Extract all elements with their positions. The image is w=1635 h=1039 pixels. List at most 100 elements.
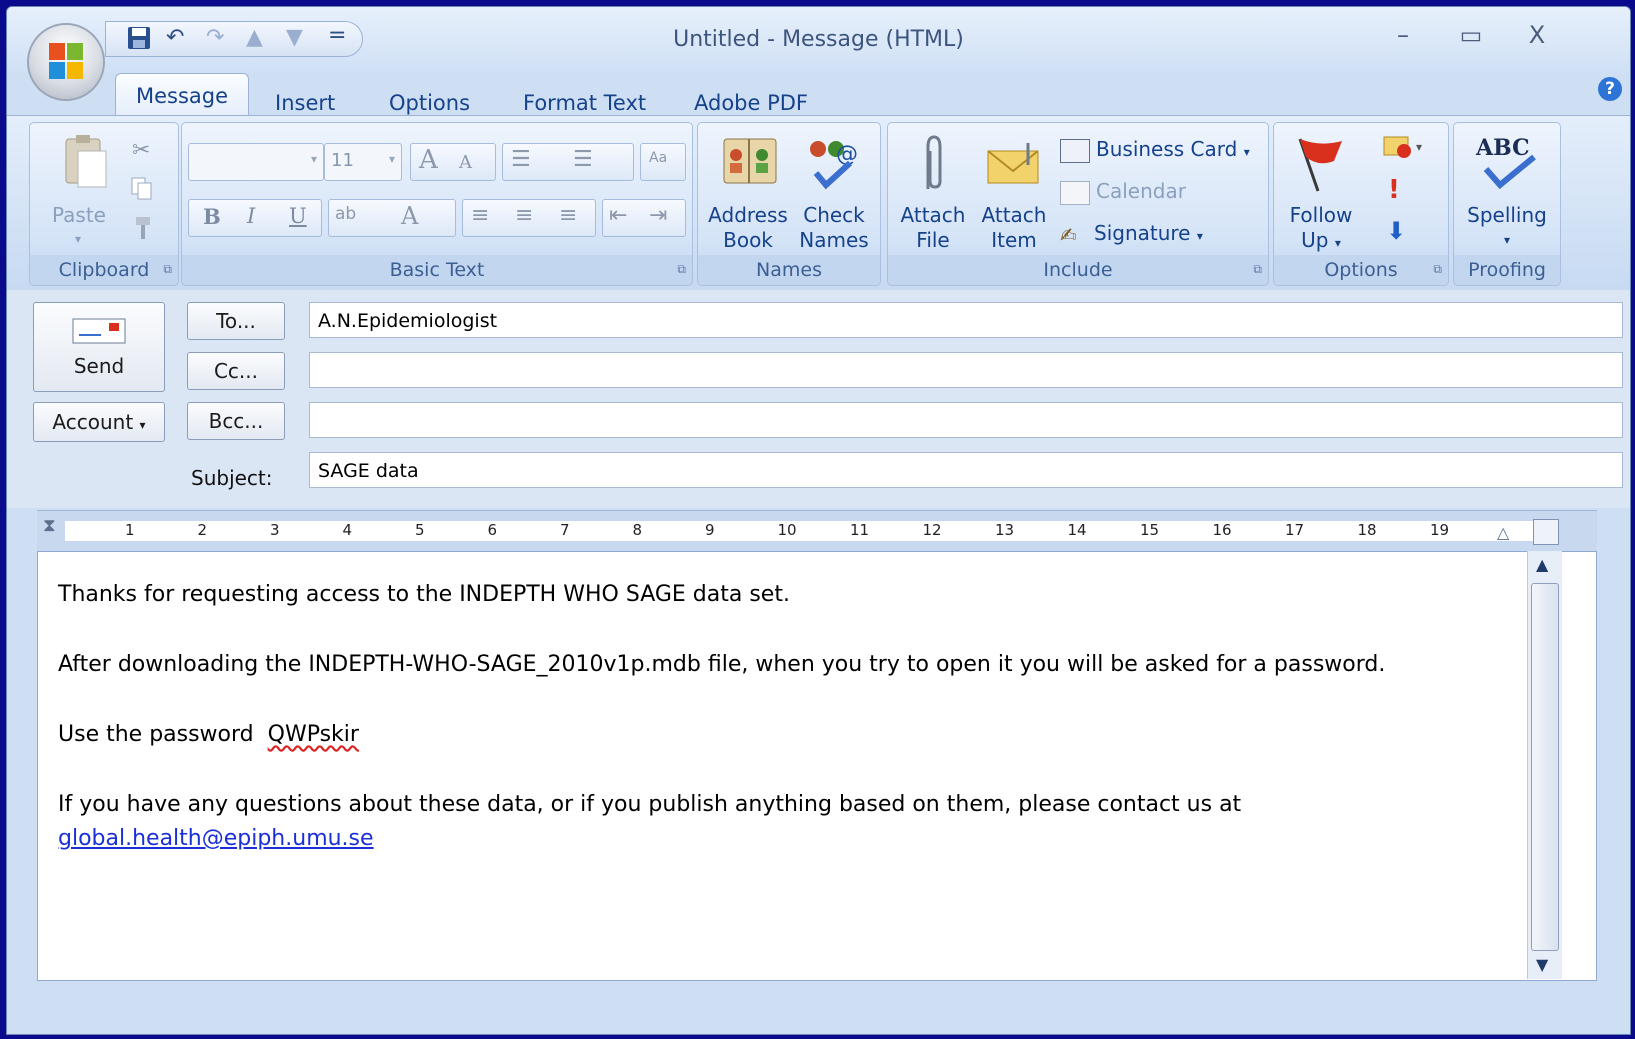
- ruler-number: 18: [1357, 521, 1377, 539]
- customize-qat-icon[interactable]: =: [328, 23, 346, 48]
- ruler-number: 14: [1067, 521, 1087, 539]
- paperclip-icon: [918, 133, 948, 199]
- view-ruler-icon[interactable]: [1533, 519, 1559, 545]
- check-names-icon: @: [802, 133, 862, 195]
- bcc-button[interactable]: Bcc...: [187, 402, 285, 440]
- ruler-strip: 1 2 3 4 5 6 7 8 9 10 11 12 13 14 15 16 17 18 19: [65, 521, 1537, 541]
- cc-button[interactable]: Cc...: [187, 352, 285, 390]
- grow-font-icon[interactable]: A: [419, 145, 438, 175]
- proofing-label: Proofing: [1454, 255, 1560, 285]
- paste-icon: [64, 133, 108, 193]
- body-paragraph-3: Use the password QWPskir: [58, 722, 359, 747]
- tab-insert[interactable]: Insert: [275, 91, 335, 115]
- increase-indent-icon[interactable]: ⇥: [649, 203, 667, 228]
- business-card-button[interactable]: Business Card ▾: [1060, 137, 1260, 165]
- attach-file-button[interactable]: Attach File: [898, 203, 968, 253]
- ruler-number: 9: [705, 521, 715, 539]
- font-color-icon[interactable]: A: [401, 202, 418, 230]
- format-painter-icon[interactable]: [130, 215, 154, 245]
- undo-icon[interactable]: ↶: [166, 25, 184, 50]
- email-link[interactable]: global.health@epiph.umu.se: [58, 826, 374, 851]
- address-book-button[interactable]: Address Book: [706, 203, 790, 253]
- previous-item-icon[interactable]: ▲: [246, 25, 263, 50]
- basic-text-launcher-icon[interactable]: ⧉: [677, 262, 686, 277]
- include-launcher-icon[interactable]: ⧉: [1253, 262, 1262, 277]
- send-icon: [72, 318, 126, 344]
- bullets-icon[interactable]: ☰: [511, 147, 531, 172]
- numbering-icon[interactable]: ☰: [573, 147, 593, 172]
- bold-button[interactable]: B: [203, 204, 221, 229]
- paste-dropdown-icon[interactable]: ▾: [66, 227, 90, 252]
- signature-button[interactable]: ✍ Signature ▾: [1060, 221, 1260, 249]
- copy-icon[interactable]: [130, 175, 154, 205]
- scroll-up-icon[interactable]: ▲: [1536, 555, 1548, 574]
- bcc-field[interactable]: [309, 402, 1623, 438]
- ruler-number: 4: [342, 521, 353, 539]
- paste-button[interactable]: Paste: [44, 203, 114, 228]
- to-button[interactable]: To...: [187, 302, 285, 340]
- align-left-icon[interactable]: ≡: [471, 203, 489, 228]
- maximize-button[interactable]: ▭: [1451, 21, 1491, 49]
- ruler-number: 10: [777, 521, 797, 539]
- tab-options[interactable]: Options: [389, 91, 470, 115]
- clipboard-launcher-icon[interactable]: ⧉: [163, 262, 172, 277]
- font-size-combo[interactable]: 11 ▾: [324, 143, 402, 181]
- high-importance-icon[interactable]: !: [1388, 175, 1400, 205]
- calendar-button[interactable]: Calendar: [1060, 179, 1260, 205]
- subject-field[interactable]: SAGE data: [309, 452, 1623, 488]
- cc-field[interactable]: [309, 352, 1623, 388]
- password-text: QWPskir: [267, 722, 359, 747]
- align-center-icon[interactable]: ≡: [515, 203, 533, 228]
- scroll-down-icon[interactable]: ▼: [1536, 955, 1548, 974]
- next-item-icon[interactable]: ▼: [286, 25, 303, 50]
- outlook-message-window: Untitled - Message (HTML) ↶ ↷ ▲ ▼ = – ▭ …: [6, 6, 1631, 1035]
- right-indent-marker-icon[interactable]: △: [1497, 523, 1509, 542]
- shrink-font-icon[interactable]: A: [459, 152, 472, 173]
- save-icon[interactable]: [126, 25, 152, 57]
- office-button[interactable]: [29, 25, 103, 99]
- decrease-indent-icon[interactable]: ⇤: [609, 203, 627, 228]
- follow-up-flag-icon: [1290, 135, 1350, 197]
- indent-buttons: ⇤ ⇥: [602, 199, 686, 237]
- send-button[interactable]: Send: [33, 302, 165, 392]
- underline-button[interactable]: U: [289, 204, 307, 228]
- to-field[interactable]: A.N.Epidemiologist: [309, 302, 1623, 338]
- check-names-button[interactable]: Check Names: [794, 203, 874, 253]
- spelling-button[interactable]: Spelling ▾: [1458, 203, 1556, 253]
- body-paragraph-4: If you have any questions about these da…: [58, 792, 1242, 817]
- svg-text:▾: ▾: [1416, 140, 1422, 154]
- indent-marker-icon[interactable]: ⧗: [43, 515, 56, 536]
- scroll-thumb[interactable]: [1531, 583, 1559, 951]
- align-right-icon[interactable]: ≡: [559, 203, 577, 228]
- group-include: Attach File Attach Item Business Card ▾ …: [887, 122, 1269, 286]
- low-importance-icon[interactable]: ⬇: [1386, 217, 1406, 245]
- basic-text-label: Basic Text: [182, 255, 692, 285]
- highlight-and-color-buttons: ab A: [328, 199, 456, 237]
- message-body[interactable]: Thanks for requesting access to the INDE…: [37, 551, 1597, 981]
- body-paragraph-2: After downloading the INDEPTH-WHO-SAGE_2…: [58, 652, 1386, 677]
- options-launcher-icon[interactable]: ⧉: [1433, 262, 1442, 277]
- close-button[interactable]: X: [1517, 21, 1557, 49]
- tab-adobe-pdf[interactable]: Adobe PDF: [694, 91, 808, 115]
- minimize-button[interactable]: –: [1383, 21, 1423, 49]
- ruler-number: 17: [1285, 521, 1305, 539]
- ruler[interactable]: ⧗ 1 2 3 4 5 6 7 8 9 10 11 12 13 14 15 16 17 18 19 △: [37, 510, 1597, 551]
- address-book-icon: [722, 135, 778, 191]
- tab-message[interactable]: Message: [115, 73, 250, 118]
- styles-icon[interactable]: Aa: [640, 143, 686, 181]
- redo-icon[interactable]: ↷: [206, 25, 224, 50]
- account-button[interactable]: Account ▾: [33, 402, 165, 442]
- vertical-scrollbar[interactable]: ▲ ▼: [1527, 551, 1562, 979]
- highlight-icon[interactable]: ab: [335, 204, 356, 224]
- tab-format-text[interactable]: Format Text: [523, 91, 646, 115]
- ruler-number: 16: [1212, 521, 1232, 539]
- font-name-combo[interactable]: ▾: [188, 143, 324, 181]
- cut-icon[interactable]: ✂: [130, 135, 154, 165]
- permission-icon[interactable]: ▾: [1382, 133, 1432, 165]
- help-icon[interactable]: ?: [1598, 77, 1622, 101]
- ruler-number: 5: [415, 521, 425, 539]
- ruler-number: 12: [922, 521, 942, 539]
- attach-item-button[interactable]: Attach Item: [976, 203, 1052, 253]
- follow-up-button[interactable]: Follow Up ▾: [1278, 203, 1364, 256]
- italic-button[interactable]: I: [247, 204, 255, 228]
